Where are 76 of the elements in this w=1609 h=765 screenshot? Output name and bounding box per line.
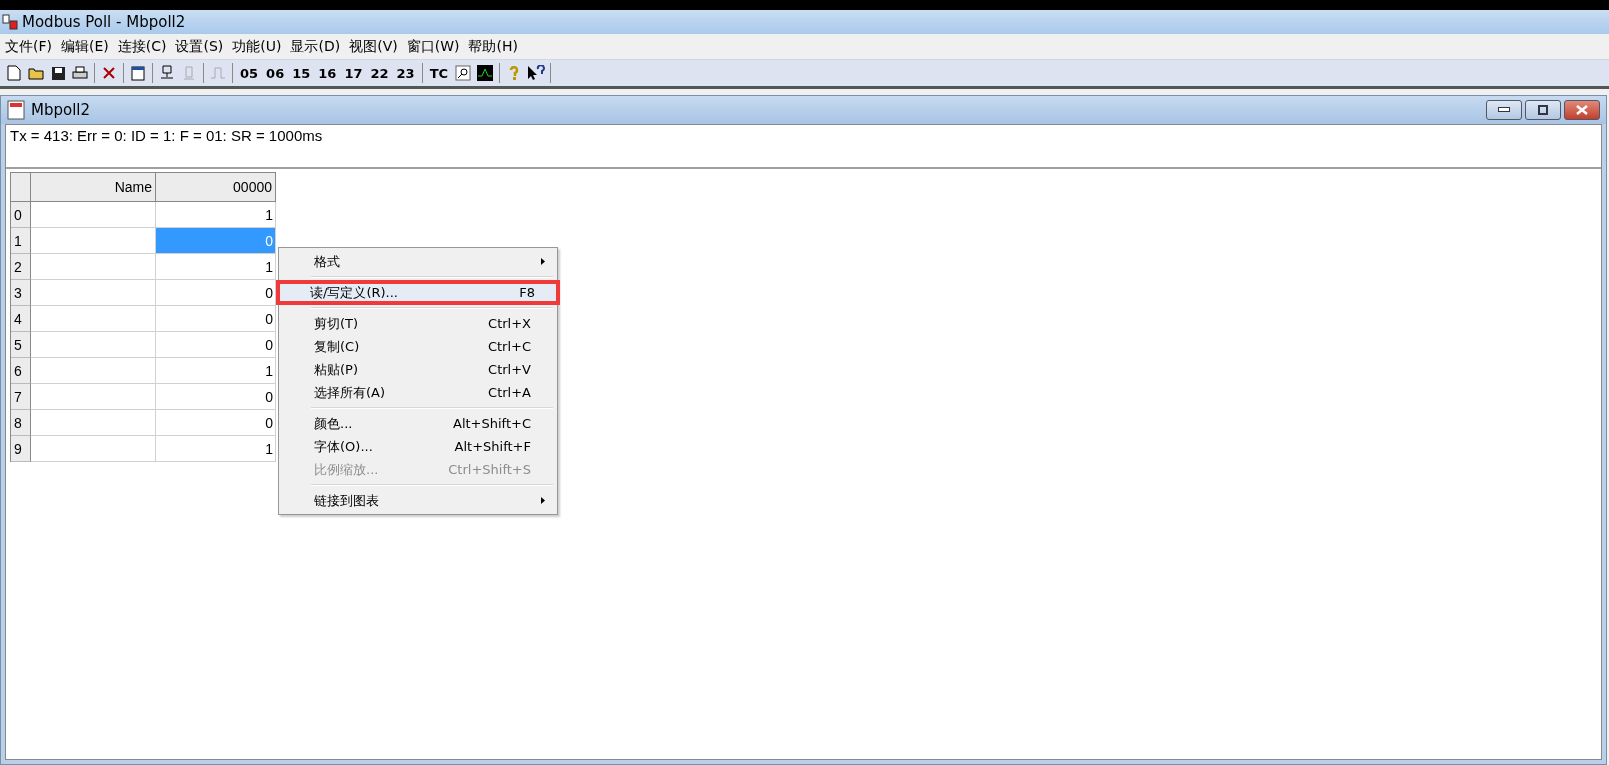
toolbar-button[interactable]: 05 [237, 63, 262, 83]
toolbar-button[interactable]: 06 [263, 63, 288, 83]
toolbar-button[interactable]: 17 [341, 63, 366, 83]
table-cell[interactable]: 1 [156, 358, 276, 384]
pulse-icon [210, 66, 226, 80]
menu-item[interactable]: 设置(S) [172, 37, 230, 56]
toolbar-button[interactable] [453, 63, 474, 83]
toolbar-button[interactable] [128, 63, 148, 83]
menu-item[interactable]: 选择所有(A) Ctrl+A [281, 381, 555, 404]
column-header: 00000 [156, 173, 276, 202]
minimize-icon [1498, 107, 1510, 113]
table-cell[interactable]: 0 [156, 280, 276, 306]
menu-item[interactable]: 文件(F) [2, 37, 58, 56]
row-header: 5 [11, 332, 31, 358]
app-icon [2, 13, 18, 31]
menu-item[interactable]: 粘贴(P) Ctrl+V [281, 358, 555, 381]
folder-icon [28, 66, 44, 80]
maximize-icon [1538, 105, 1548, 115]
row-header: 0 [11, 202, 31, 228]
menu-item[interactable]: 复制(C) Ctrl+C [281, 335, 555, 358]
table-cell[interactable]: 0 [156, 410, 276, 436]
maximize-button[interactable] [1525, 100, 1561, 120]
disconnect-icon [181, 65, 197, 81]
table-cell[interactable]: 0 [156, 332, 276, 358]
menu-item[interactable]: 连接(C) [114, 37, 173, 56]
window-icon [131, 65, 145, 81]
menu-item[interactable]: 编辑(E) [58, 37, 115, 56]
row-header: 6 [11, 358, 31, 384]
submenu-arrow-icon [541, 258, 545, 265]
row-header: 8 [11, 410, 31, 436]
toolbar-button[interactable]: 15 [289, 63, 314, 83]
menu-item[interactable]: 链接到图表 [281, 489, 555, 512]
close-button[interactable] [1564, 100, 1600, 120]
toolbar-button[interactable]: TC [426, 63, 452, 83]
table-cell[interactable]: 1 [156, 202, 276, 228]
menu-item[interactable]: 格式 [281, 250, 555, 273]
table-cell[interactable]: 1 [156, 436, 276, 462]
close-icon [1576, 105, 1588, 115]
help-icon [508, 65, 521, 81]
pointer-help-icon [527, 65, 546, 81]
column-header: Name [31, 173, 156, 202]
menu-item[interactable]: 剪切(T) Ctrl+X [281, 312, 555, 335]
new-file-icon [7, 65, 21, 81]
table-cell[interactable]: 0 [156, 384, 276, 410]
menu-item[interactable]: 显示(D) [287, 37, 347, 56]
status-text: Tx = 413: Err = 0: ID = 1: F = 01: SR = 1000ms [6, 125, 1601, 169]
close-icon [102, 66, 116, 80]
menu-item[interactable]: 帮助(H) [465, 37, 524, 56]
submenu-arrow-icon [541, 497, 545, 504]
row-header: 3 [11, 280, 31, 306]
toolbar-button[interactable]: 23 [393, 63, 418, 83]
table-cell[interactable]: 0 [156, 306, 276, 332]
menu-item[interactable]: 颜色... Alt+Shift+C [281, 412, 555, 435]
menu-item[interactable]: 视图(V) [346, 37, 404, 56]
menu-item[interactable]: 窗口(W) [403, 37, 466, 56]
menu-item[interactable]: 读/写定义(R)... F8 [277, 281, 559, 304]
row-header: 1 [11, 228, 31, 254]
table-cell[interactable]: 1 [156, 254, 276, 280]
printer-icon [72, 65, 88, 81]
row-header: 9 [11, 436, 31, 462]
toolbar-button[interactable]: 22 [367, 63, 392, 83]
row-header: 4 [11, 306, 31, 332]
magnifier-icon [455, 65, 472, 81]
menu-item[interactable]: 功能(U) [229, 37, 288, 56]
row-header: 2 [11, 254, 31, 280]
toolbar-button[interactable]: 16 [315, 63, 340, 83]
window-title: Modbus Poll - Mbpoll2 [22, 13, 186, 31]
connect-icon [159, 65, 175, 81]
minimize-button[interactable] [1486, 100, 1522, 120]
menu-item[interactable]: 字体(O)... Alt+Shift+F [281, 435, 555, 458]
toolbar-button[interactable] [526, 63, 547, 83]
toolbar-button[interactable] [475, 63, 496, 83]
line-chart-icon [477, 65, 494, 81]
child-window-title: Mbpoll2 [31, 101, 91, 119]
document-icon [7, 100, 25, 120]
row-header: 7 [11, 384, 31, 410]
